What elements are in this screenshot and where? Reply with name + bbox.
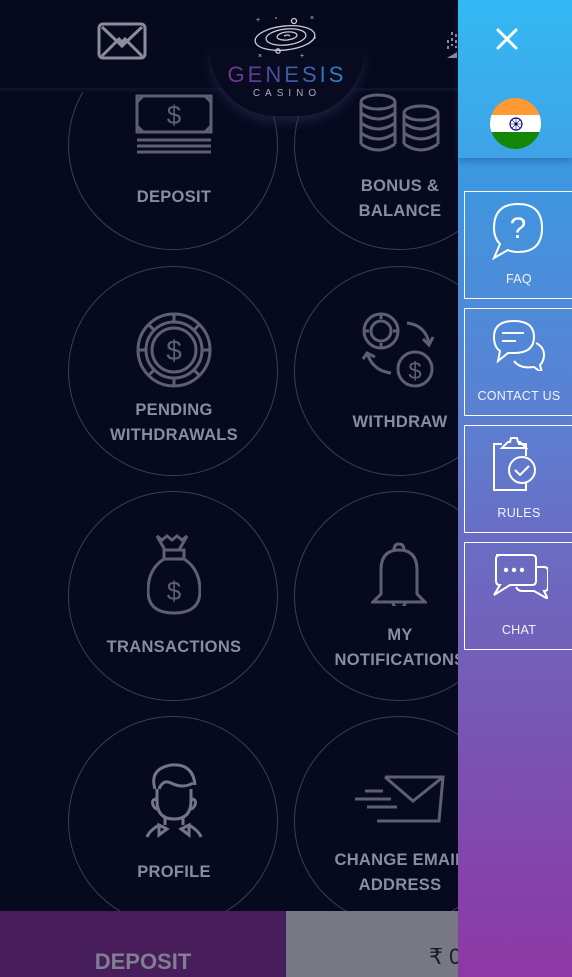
drawer-item-label: CHAT	[501, 623, 537, 637]
genesis-casino-logo[interactable]: + × + × GENESIS CASINO	[220, 12, 354, 102]
svg-text:$: $	[166, 335, 182, 366]
chat-bubbles-icon	[492, 319, 546, 371]
menu-tile-transactions[interactable]: $ TRANSACTIONS	[68, 491, 278, 701]
envelope-icon[interactable]	[97, 22, 147, 60]
svg-text:×: ×	[258, 53, 262, 60]
logo-letter: S	[301, 62, 320, 87]
account-menu-page: + × + × GENESIS CASINO $ DEPOSIT BONUS &…	[0, 0, 458, 977]
drawer-header	[458, 0, 572, 158]
logo-letter: I	[319, 62, 329, 87]
flag-stripe-saffron	[490, 98, 541, 115]
logo-letter: G	[227, 62, 248, 87]
drawer-item-faq[interactable]: ? FAQ	[464, 191, 572, 299]
sending-envelope-icon	[355, 775, 445, 823]
drawer-item-label: CONTACT US	[477, 389, 561, 403]
svg-text:$: $	[167, 576, 182, 606]
drawer-item-contact-us[interactable]: CONTACT US	[464, 308, 572, 416]
svg-text:+: +	[300, 53, 304, 60]
partial-hand-icon[interactable]	[444, 28, 458, 62]
drawer-item-label: RULES	[497, 506, 541, 520]
tile-label: BONUS & BALANCE	[358, 177, 442, 220]
svg-text:$: $	[408, 358, 421, 385]
tile-label: TRANSACTIONS	[106, 638, 242, 656]
svg-text:+: +	[256, 17, 260, 24]
flag-stripe-white	[490, 115, 541, 132]
question-bubble-icon: ?	[492, 202, 544, 261]
user-bowtie-icon	[145, 763, 203, 838]
logo-letter: S	[328, 62, 347, 87]
chat-dots-icon	[493, 554, 548, 599]
balance-display[interactable]: ₹ 0	[286, 911, 458, 977]
tile-label: WITHDRAW	[352, 413, 448, 431]
menu-tile-profile[interactable]: PROFILE	[68, 716, 278, 926]
drawer-item-label: FAQ	[506, 272, 532, 286]
menu-tile-my-notifications[interactable]: MY NOTIFICATIONS	[294, 491, 458, 701]
chip-exchange-icon: $	[361, 312, 435, 388]
coin-stacks-icon	[359, 93, 440, 152]
logo-letter: E	[284, 62, 302, 87]
bottom-bar: DEPOSIT ₹ 0	[0, 911, 458, 977]
banknote-icon: $	[135, 94, 213, 154]
svg-text:?: ?	[510, 212, 527, 245]
svg-text:$: $	[167, 100, 182, 130]
language-flag-india[interactable]	[490, 98, 541, 149]
bell-icon	[371, 542, 427, 606]
ashoka-chakra-icon	[508, 116, 523, 131]
money-bag-icon: $	[147, 534, 201, 615]
clipboard-check-icon	[493, 437, 536, 491]
menu-tile-pending-withdrawals[interactable]: $ PENDING WITHDRAWALS	[68, 266, 278, 476]
logo-letter: N	[265, 62, 285, 87]
tile-label: PROFILE	[137, 863, 211, 881]
logo-wordmark: GENESIS	[220, 64, 354, 86]
menu-tile-change-email[interactable]: CHANGE EMAIL ADDRESS	[294, 716, 458, 926]
menu-tile-withdraw[interactable]: $ WITHDRAW	[294, 266, 458, 476]
tile-label: MY NOTIFICATIONS	[334, 626, 458, 669]
drawer-item-rules[interactable]: RULES	[464, 425, 572, 533]
tile-label: CHANGE EMAIL ADDRESS	[334, 851, 458, 894]
tile-label: DEPOSIT	[136, 188, 212, 206]
drawer-item-chat[interactable]: CHAT	[464, 542, 572, 650]
logo-letter: E	[247, 62, 266, 87]
galaxy-icon: + × + ×	[254, 15, 316, 60]
deposit-button[interactable]: DEPOSIT	[0, 911, 286, 977]
casino-chip-icon: $	[136, 312, 212, 388]
logo-subtitle: CASINO	[252, 88, 322, 99]
flag-stripe-green	[490, 132, 541, 149]
tile-label: PENDING WITHDRAWALS	[110, 401, 238, 444]
svg-text:×: ×	[310, 15, 314, 22]
close-icon[interactable]	[494, 26, 520, 52]
side-drawer: ? FAQ CONTACT US RULES CHAT	[458, 0, 572, 977]
